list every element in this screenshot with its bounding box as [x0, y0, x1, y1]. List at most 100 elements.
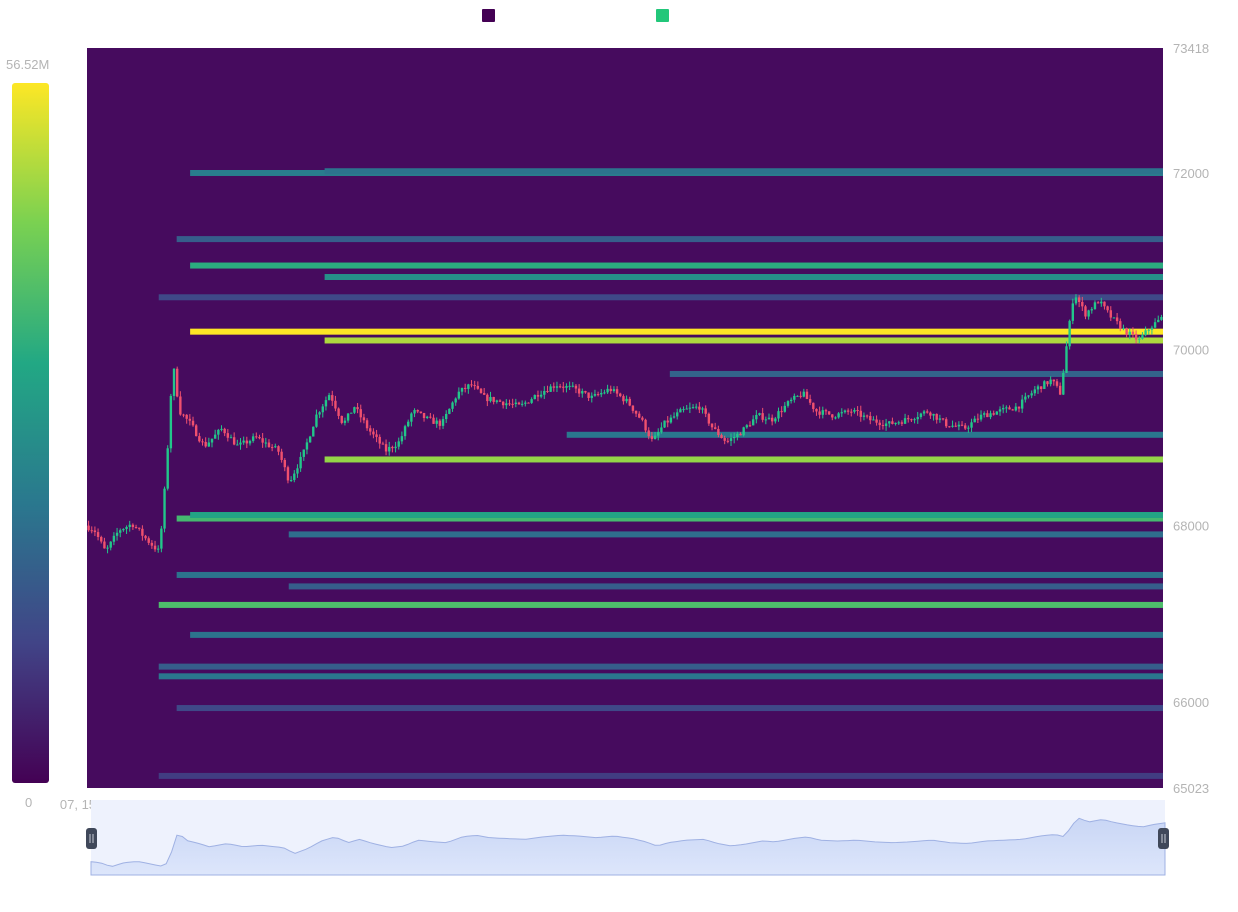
candle-body: [967, 427, 970, 429]
candle-body: [926, 411, 929, 413]
candle-body: [514, 402, 518, 405]
candle-body: [289, 479, 293, 481]
candle-body: [242, 440, 245, 443]
candle-body: [302, 449, 305, 457]
candle-body: [444, 413, 448, 420]
legend-marker-series-2[interactable]: [656, 9, 669, 22]
candle-body: [1039, 386, 1043, 389]
candle-body: [501, 401, 505, 406]
candle-body: [353, 407, 356, 413]
candle-body: [622, 396, 625, 402]
candle-body: [486, 394, 489, 402]
candle-body: [723, 438, 726, 441]
candle-body: [799, 395, 802, 397]
candle-body: [628, 398, 631, 406]
candle-body: [229, 437, 233, 439]
candle-body: [346, 413, 350, 421]
candle-body: [574, 385, 578, 389]
candle-body: [910, 419, 913, 421]
candle-body: [751, 419, 755, 426]
candle-body: [957, 424, 961, 427]
candle-body: [808, 399, 812, 403]
candle-body: [1052, 379, 1056, 382]
candle-body: [682, 409, 685, 411]
candle-body: [157, 548, 160, 550]
candle-body: [96, 532, 100, 537]
candle-body: [888, 421, 891, 424]
candle-body: [653, 435, 657, 439]
candle-body: [546, 390, 549, 392]
candle-body: [293, 473, 296, 480]
candle-body: [138, 527, 141, 529]
candle-body: [312, 426, 315, 437]
candle-body: [210, 438, 214, 443]
candle-body: [748, 425, 752, 427]
candle-body: [827, 411, 831, 415]
candle-body: [419, 411, 423, 413]
candle-body: [255, 436, 258, 438]
candle-body: [239, 442, 242, 445]
candle-body: [796, 395, 799, 397]
candle-body: [853, 409, 856, 412]
candle-body: [391, 446, 394, 449]
candle-body: [1122, 328, 1125, 330]
candle-body: [448, 408, 451, 414]
candle-body: [251, 436, 255, 441]
liquidation-heatmap-chart: 56.52M 0 650236600068000700007200073418 …: [6, 9, 1209, 876]
candle-body: [973, 418, 976, 423]
candle-body: [824, 410, 828, 412]
candle-body: [897, 422, 900, 424]
candle-body: [533, 395, 537, 400]
candle-body: [372, 431, 375, 435]
navigator-right-handle[interactable]: [1158, 828, 1169, 849]
candle-body: [745, 425, 749, 428]
candle-body: [441, 419, 445, 426]
candle-body: [793, 395, 796, 400]
candle-body: [213, 434, 217, 439]
candle-body: [704, 408, 707, 414]
candle-body: [93, 530, 97, 533]
candle-body: [657, 432, 660, 436]
colorbar-gradient[interactable]: [12, 83, 49, 783]
candle-body: [438, 420, 442, 426]
candle-body: [761, 413, 764, 420]
heatmap-band: [190, 631, 1163, 638]
candle-body: [115, 532, 119, 536]
candle-body: [1017, 406, 1021, 409]
candle-body: [777, 411, 780, 419]
candle-body: [505, 403, 508, 406]
candle-body: [217, 429, 220, 435]
candle-body: [359, 409, 362, 418]
candle-body: [587, 392, 590, 398]
candle-body: [1109, 310, 1112, 318]
data-zoom-navigator[interactable]: [86, 800, 1169, 876]
candle-body: [191, 420, 195, 426]
candle-body: [609, 388, 612, 392]
candle-body: [103, 541, 106, 549]
candle-body: [577, 388, 581, 394]
candle-body: [593, 394, 597, 396]
candle-body: [245, 440, 249, 444]
candle-body: [264, 442, 268, 444]
candle-body: [1005, 407, 1008, 409]
plot-area[interactable]: [87, 48, 1163, 788]
candle-body: [470, 384, 473, 386]
candle-body: [789, 399, 793, 402]
y-tick-label: 65023: [1173, 781, 1209, 796]
candle-body: [739, 433, 742, 436]
candle-body: [1106, 306, 1109, 311]
legend-marker-series-1[interactable]: [482, 9, 495, 22]
candle-body: [615, 389, 619, 394]
candle-body: [429, 416, 432, 418]
candle-body: [1030, 393, 1033, 396]
candle-body: [356, 407, 359, 410]
candle-body: [1150, 327, 1154, 330]
legend[interactable]: [482, 9, 669, 22]
candle-body: [318, 412, 321, 415]
candle-body: [786, 401, 790, 406]
candle-body: [308, 436, 312, 443]
candle-body: [277, 446, 280, 452]
candle-body: [327, 395, 331, 401]
candle-body: [365, 420, 369, 429]
navigator-left-handle[interactable]: [86, 828, 97, 849]
